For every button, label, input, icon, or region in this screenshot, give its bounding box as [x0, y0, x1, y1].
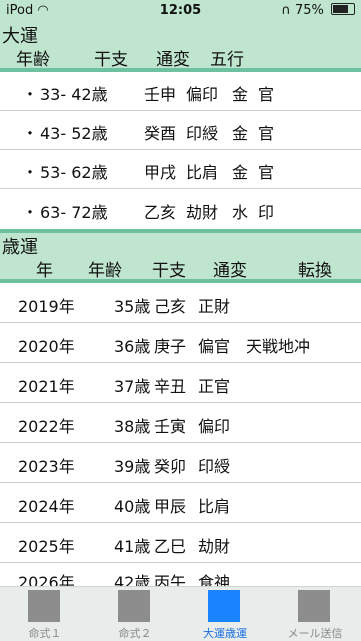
saiun-tsuhen: 正財 — [198, 297, 231, 316]
saiun-row[interactable]: 2021年 37歳 辛丑 正官 — [0, 363, 361, 403]
daiun-row[interactable]: ・ 43- 52歳 癸酉 印綬 金 官 — [0, 111, 361, 150]
saiun-kanshi: 庚子 — [154, 337, 187, 356]
daiun-gogyo: 金 — [232, 85, 249, 104]
tab-meishiki-1[interactable]: 命式１ — [0, 587, 90, 641]
saiun-age: 39歳 — [114, 457, 151, 476]
tab-meishiki-2[interactable]: 命式２ — [90, 587, 180, 641]
headphones-icon: ∩ — [281, 3, 291, 18]
saiun-tsuhen: 印綬 — [198, 457, 231, 476]
saiun-col-year: 年 — [36, 261, 53, 281]
saiun-header: 歳運 年 年齢 干支 通変 転換 — [0, 233, 361, 281]
status-right: ∩ 75% — [281, 3, 355, 18]
daiun-gogyo-rel: 印 — [258, 203, 275, 222]
saiun-tsuhen: 正官 — [198, 377, 231, 396]
daiun-gogyo-rel: 官 — [258, 124, 275, 143]
tab-label: 大運歳運 — [203, 627, 247, 640]
saiun-tenkan: 天戦地冲 — [246, 337, 311, 356]
saiun-year: 2023年 — [18, 457, 75, 476]
daiun-header: 大運 年齢 干支 通変 五行 — [0, 22, 361, 70]
tab-bar: 命式１ 命式２ 大運歳運 メール送信 — [0, 586, 361, 641]
daiun-tsuhen: 劫財 — [186, 203, 219, 222]
tab-label: 命式１ — [28, 627, 62, 640]
meishiki-2-icon — [118, 590, 150, 622]
saiun-year: 2020年 — [18, 337, 75, 356]
daiun-row[interactable]: ・ 33- 42歳 壬申 偏印 金 官 — [0, 72, 361, 111]
bullet: ・ — [22, 163, 39, 182]
daiun-row[interactable]: ・ 63- 72歳 乙亥 劫財 水 印 — [0, 189, 361, 229]
meishiki-1-icon — [28, 590, 60, 622]
daiun-gogyo: 金 — [232, 124, 249, 143]
daiun-age: 43- 52歳 — [40, 124, 108, 143]
saiun-kanshi: 乙巳 — [154, 537, 187, 556]
saiun-year: 2025年 — [18, 537, 75, 556]
tab-daiun-saiun[interactable]: 大運歳運 — [180, 587, 270, 641]
saiun-col-tsuhen: 通変 — [213, 261, 247, 281]
saiun-row[interactable]: 2023年 39歳 癸卯 印綬 — [0, 443, 361, 483]
daiun-gogyo: 金 — [232, 163, 249, 182]
daiun-gogyo-rel: 官 — [258, 163, 275, 182]
bullet: ・ — [22, 124, 39, 143]
bullet: ・ — [22, 85, 39, 104]
daiun-col-age: 年齢 — [16, 50, 50, 70]
saiun-title: 歳運 — [2, 237, 38, 258]
daiun-gogyo-rel: 官 — [258, 85, 275, 104]
saiun-col-age: 年齢 — [88, 261, 122, 281]
tab-label: 命式２ — [118, 627, 152, 640]
saiun-col-tenkan: 転換 — [298, 261, 332, 281]
saiun-year: 2019年 — [18, 297, 75, 316]
saiun-year: 2024年 — [18, 497, 75, 516]
daiun-saiun-icon — [208, 590, 240, 622]
daiun-tsuhen: 比肩 — [186, 163, 219, 182]
status-bar: iPod ◠ 12:05 ∩ 75% — [0, 0, 361, 22]
daiun-col-gogyo: 五行 — [210, 50, 244, 70]
saiun-year: 2022年 — [18, 417, 75, 436]
daiun-kanshi: 甲戌 — [144, 163, 177, 182]
saiun-row[interactable]: 2020年 36歳 庚子 偏官 天戦地冲 — [0, 323, 361, 363]
daiun-age: 33- 42歳 — [40, 85, 108, 104]
saiun-age: 36歳 — [114, 337, 151, 356]
daiun-age: 63- 72歳 — [40, 203, 108, 222]
saiun-year: 2021年 — [18, 377, 75, 396]
daiun-col-kanshi: 干支 — [94, 50, 128, 70]
saiun-kanshi: 甲辰 — [154, 497, 187, 516]
daiun-age: 53- 62歳 — [40, 163, 108, 182]
bullet: ・ — [22, 203, 39, 222]
saiun-tsuhen: 偏印 — [198, 417, 231, 436]
tab-mail-send[interactable]: メール送信 — [270, 587, 360, 641]
daiun-col-tsuhen: 通変 — [156, 50, 190, 70]
saiun-kanshi: 癸卯 — [154, 457, 187, 476]
daiun-tsuhen: 偏印 — [186, 85, 219, 104]
saiun-row[interactable]: 2022年 38歳 壬寅 偏印 — [0, 403, 361, 443]
saiun-kanshi: 壬寅 — [154, 417, 187, 436]
saiun-age: 35歳 — [114, 297, 151, 316]
daiun-tsuhen: 印綬 — [186, 124, 219, 143]
saiun-tsuhen: 偏官 — [198, 337, 231, 356]
battery-icon — [331, 3, 355, 15]
saiun-row[interactable]: 2019年 35歳 己亥 正財 — [0, 283, 361, 323]
battery-percent: 75% — [294, 3, 324, 18]
saiun-age: 37歳 — [114, 377, 151, 396]
saiun-row[interactable]: 2024年 40歳 甲辰 比肩 — [0, 483, 361, 523]
saiun-kanshi: 辛丑 — [154, 377, 187, 396]
saiun-col-kanshi: 干支 — [152, 261, 186, 281]
saiun-age: 38歳 — [114, 417, 151, 436]
saiun-tsuhen: 比肩 — [198, 497, 231, 516]
daiun-gogyo: 水 — [232, 203, 249, 222]
saiun-tsuhen: 劫財 — [198, 537, 231, 556]
daiun-row[interactable]: ・ 53- 62歳 甲戌 比肩 金 官 — [0, 150, 361, 189]
saiun-age: 41歳 — [114, 537, 151, 556]
mail-icon — [298, 590, 330, 622]
saiun-age: 40歳 — [114, 497, 151, 516]
daiun-kanshi: 乙亥 — [144, 203, 177, 222]
saiun-kanshi: 己亥 — [154, 297, 187, 316]
daiun-kanshi: 壬申 — [144, 85, 177, 104]
daiun-kanshi: 癸酉 — [144, 124, 177, 143]
tab-label: メール送信 — [287, 627, 343, 640]
saiun-row[interactable]: 2025年 41歳 乙巳 劫財 — [0, 523, 361, 563]
